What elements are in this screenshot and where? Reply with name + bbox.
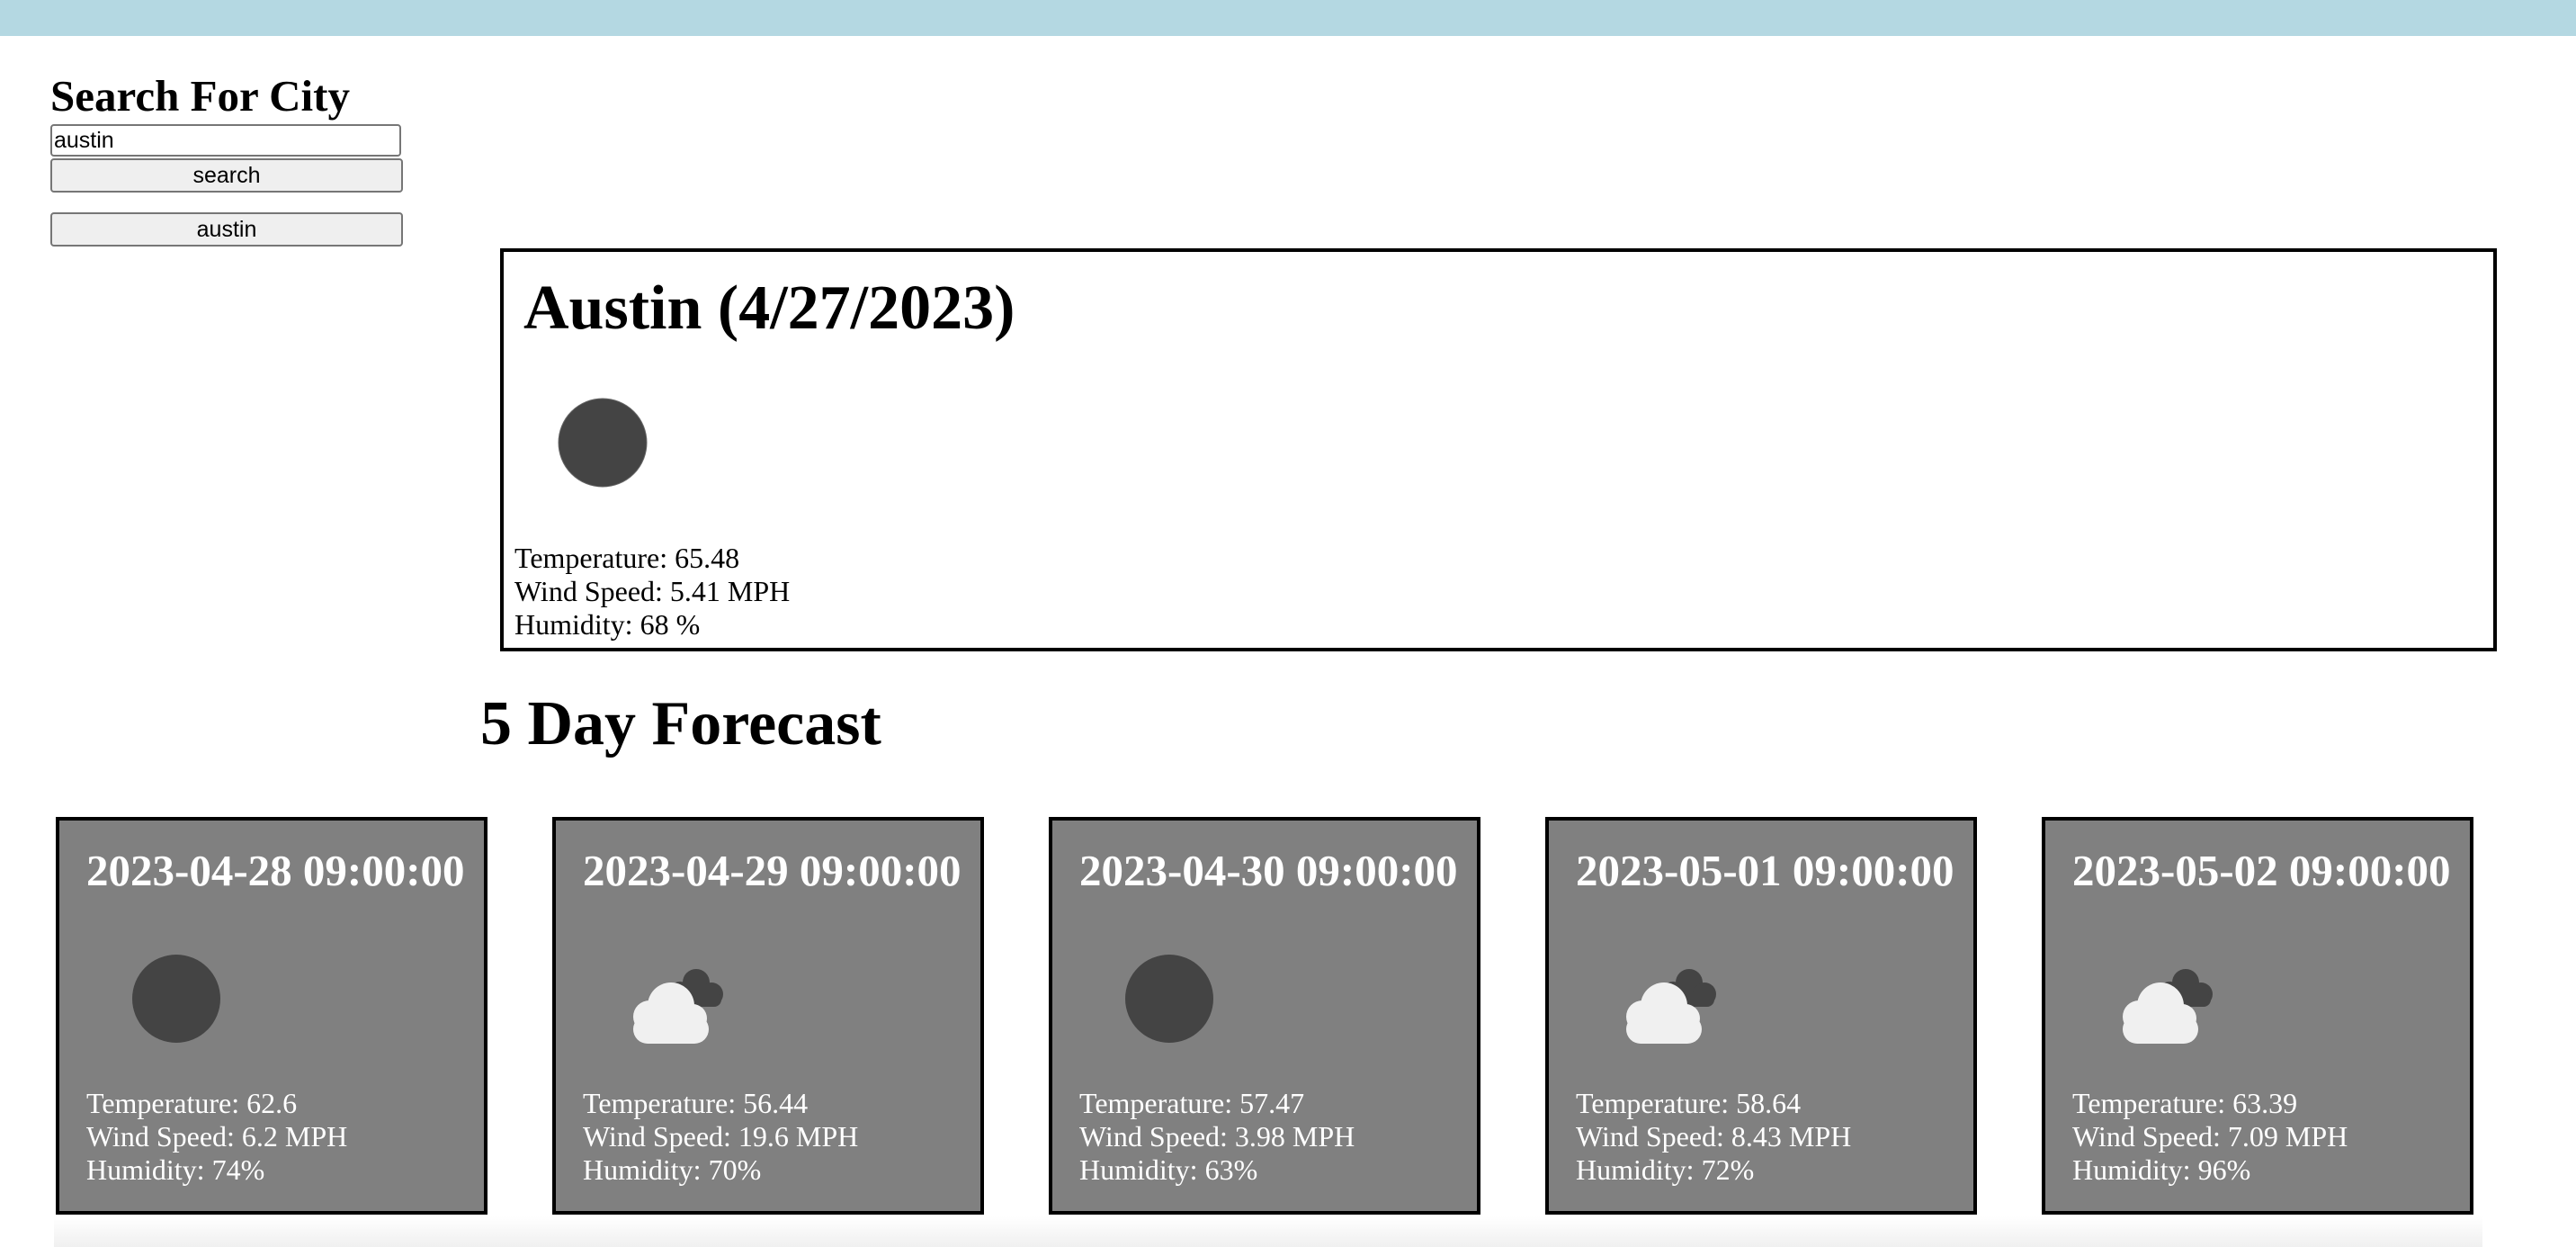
current-wind-speed: Wind Speed: 5.41 MPH <box>514 575 791 607</box>
page-bottom-shadow <box>54 1216 2482 1247</box>
current-city-title: Austin (4/27/2023) <box>523 274 1015 343</box>
forecast-humidity: Humidity: 74% <box>86 1153 265 1186</box>
city-search-input[interactable] <box>50 124 401 157</box>
top-bar <box>0 0 2576 36</box>
search-button[interactable]: search <box>50 158 403 193</box>
forecast-wind-speed: Wind Speed: 7.09 MPH <box>2072 1120 2348 1153</box>
forecast-wind-speed: Wind Speed: 19.6 MPH <box>583 1120 859 1153</box>
forecast-temperature: Temperature: 57.47 <box>1079 1087 1305 1119</box>
current-stats: Temperature: 65.48 Wind Speed: 5.41 MPH … <box>514 542 790 641</box>
cloudy-icon <box>633 969 723 1044</box>
forecast-date: 2023-05-01 09:00:00 <box>1576 846 1954 895</box>
cloudy-icon <box>2123 969 2213 1044</box>
forecast-humidity: Humidity: 70% <box>583 1153 762 1186</box>
current-humidity: Humidity: 68 % <box>514 608 701 641</box>
forecast-stats: Temperature: 57.47 Wind Speed: 3.98 MPH … <box>1079 1087 1355 1187</box>
forecast-wind-speed: Wind Speed: 6.2 MPH <box>86 1120 348 1153</box>
forecast-card: 2023-05-01 09:00:00 Temperature: 58.64 W… <box>1545 817 1977 1215</box>
moon-icon <box>558 398 648 488</box>
forecast-stats: Temperature: 62.6 Wind Speed: 6.2 MPH Hu… <box>86 1087 347 1187</box>
forecast-date: 2023-04-30 09:00:00 <box>1079 846 1458 895</box>
forecast-stats: Temperature: 56.44 Wind Speed: 19.6 MPH … <box>583 1087 858 1187</box>
forecast-date: 2023-04-29 09:00:00 <box>583 846 962 895</box>
forecast-title: 5 Day Forecast <box>480 689 881 758</box>
forecast-temperature: Temperature: 62.6 <box>86 1087 298 1119</box>
history-button-austin[interactable]: austin <box>50 212 403 247</box>
forecast-card: 2023-05-02 09:00:00 Temperature: 63.39 W… <box>2042 817 2473 1215</box>
forecast-card: 2023-04-28 09:00:00 Temperature: 62.6 Wi… <box>56 817 487 1215</box>
forecast-stats: Temperature: 63.39 Wind Speed: 7.09 MPH … <box>2072 1087 2348 1187</box>
current-temperature: Temperature: 65.48 <box>514 542 740 574</box>
forecast-temperature: Temperature: 56.44 <box>583 1087 809 1119</box>
forecast-stats: Temperature: 58.64 Wind Speed: 8.43 MPH … <box>1576 1087 1851 1187</box>
current-weather-card: Austin (4/27/2023) Temperature: 65.48 Wi… <box>500 248 2497 651</box>
forecast-date: 2023-05-02 09:00:00 <box>2072 846 2451 895</box>
cloudy-icon <box>1626 969 1716 1044</box>
forecast-wind-speed: Wind Speed: 3.98 MPH <box>1079 1120 1355 1153</box>
forecast-humidity: Humidity: 72% <box>1576 1153 1755 1186</box>
search-title: Search For City <box>50 71 350 121</box>
forecast-card: 2023-04-30 09:00:00 Temperature: 57.47 W… <box>1049 817 1480 1215</box>
moon-icon <box>1125 955 1213 1043</box>
forecast-humidity: Humidity: 63% <box>1079 1153 1258 1186</box>
forecast-date: 2023-04-28 09:00:00 <box>86 846 465 895</box>
forecast-humidity: Humidity: 96% <box>2072 1153 2251 1186</box>
forecast-card: 2023-04-29 09:00:00 Temperature: 56.44 W… <box>552 817 984 1215</box>
forecast-wind-speed: Wind Speed: 8.43 MPH <box>1576 1120 1852 1153</box>
forecast-temperature: Temperature: 63.39 <box>2072 1087 2298 1119</box>
moon-icon <box>132 955 220 1043</box>
forecast-temperature: Temperature: 58.64 <box>1576 1087 1802 1119</box>
